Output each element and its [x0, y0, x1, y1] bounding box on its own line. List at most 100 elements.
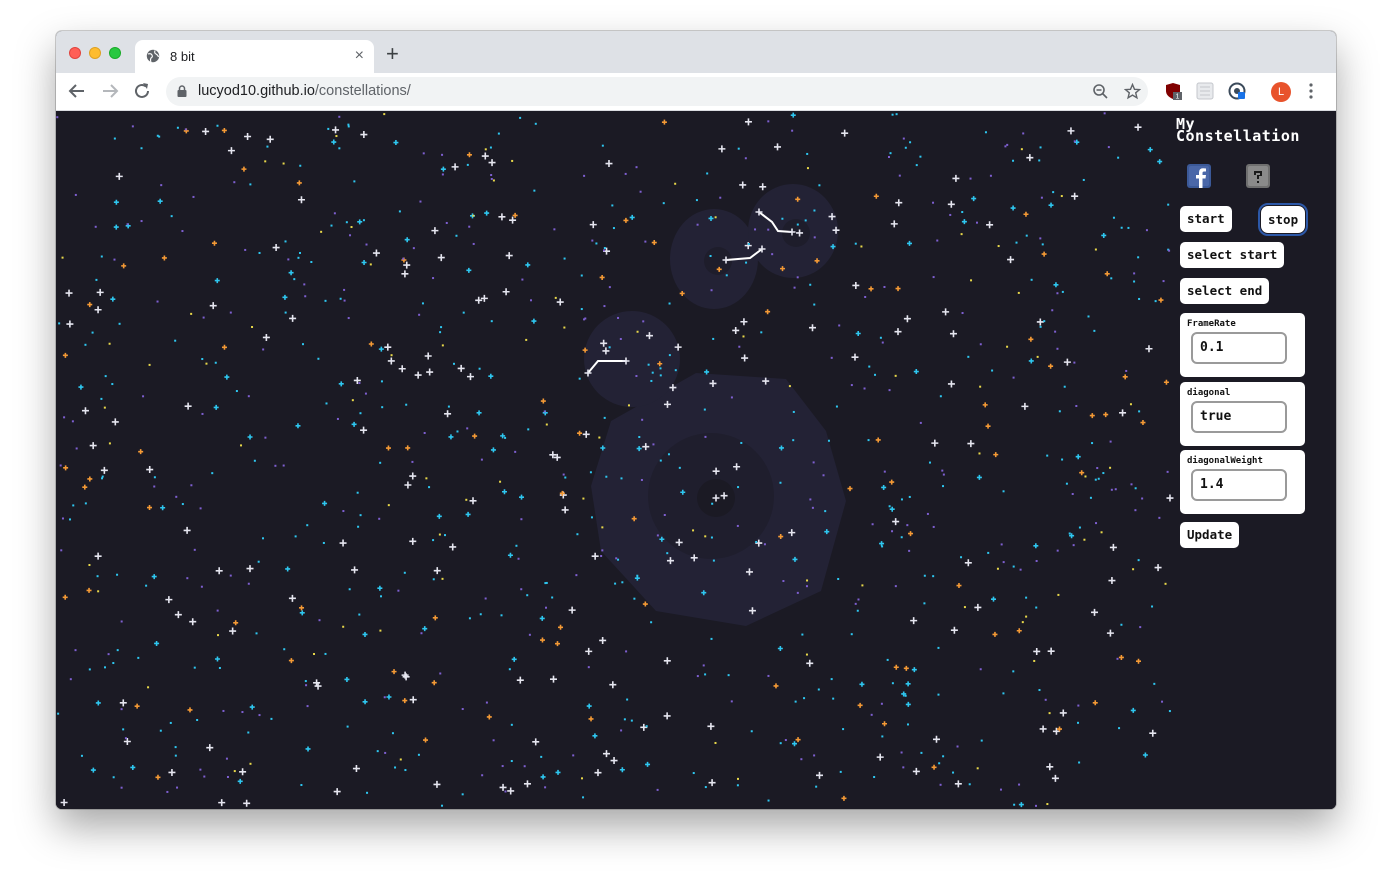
- browser-tab[interactable]: 8 bit ×: [135, 40, 374, 73]
- star-dot-purple: [635, 375, 638, 378]
- star-dot-cyan: [937, 693, 940, 696]
- star-dot-purple: [274, 464, 277, 467]
- star-dot-purple: [1116, 657, 1119, 660]
- star-dot-purple: [422, 152, 425, 155]
- window-close-button[interactable]: [69, 47, 81, 59]
- star-dot-cyan: [867, 439, 870, 442]
- star-dot-purple: [63, 416, 66, 419]
- browser-window: 8 bit × + lucyod10.github.io/constellati…: [56, 31, 1336, 809]
- star-dot-cyan: [620, 477, 623, 480]
- grid-extension-icon[interactable]: [1196, 82, 1214, 100]
- star-dot-cyan: [668, 354, 671, 357]
- star-dot-cyan: [942, 755, 945, 758]
- more-menu-icon[interactable]: [1309, 81, 1313, 101]
- star-dot-yellow: [240, 444, 243, 447]
- start-button[interactable]: start: [1180, 206, 1232, 232]
- star-dot-purple: [796, 591, 799, 594]
- star-dot-cyan: [84, 343, 87, 346]
- star-dot-cyan: [904, 694, 907, 697]
- star-dot-cyan: [868, 365, 871, 368]
- update-button[interactable]: Update: [1180, 522, 1240, 548]
- star-dot-cyan: [1012, 159, 1015, 162]
- star-dot-purple: [517, 557, 520, 560]
- star-dot-cyan: [968, 783, 971, 786]
- window-minimize-button[interactable]: [89, 47, 101, 59]
- star-dot-cyan: [1065, 482, 1068, 485]
- star-dot-cyan: [832, 697, 835, 700]
- zoom-out-icon[interactable]: [1092, 83, 1109, 100]
- constellation-canvas[interactable]: [56, 111, 1176, 809]
- star-dot-yellow: [1025, 615, 1028, 618]
- star-dot-cyan: [324, 299, 327, 302]
- facebook-icon[interactable]: [1187, 164, 1211, 188]
- star-dot-yellow: [205, 362, 208, 365]
- star-dot-purple: [264, 436, 267, 439]
- star-dot-cyan: [405, 403, 408, 406]
- star-dot-cyan: [174, 754, 177, 757]
- diagonal-weight-label: diagonalWeight: [1187, 456, 1263, 466]
- star-dot-cyan: [891, 682, 894, 685]
- star-dot-yellow: [1017, 291, 1020, 294]
- star-dot-purple: [989, 174, 992, 177]
- star-dot-purple: [484, 597, 487, 600]
- star-dot-purple: [466, 427, 469, 430]
- star-dot-yellow: [425, 477, 428, 480]
- diagonal-input[interactable]: true: [1191, 401, 1287, 433]
- star-dot-cyan: [736, 784, 739, 787]
- star-dot-cyan: [1041, 243, 1044, 246]
- star-dot-purple: [166, 790, 169, 793]
- star-dot-yellow: [581, 777, 584, 780]
- diagonal-weight-input[interactable]: 1.4: [1191, 469, 1287, 501]
- star-dot-yellow: [692, 529, 695, 532]
- star-dot-purple: [1012, 376, 1015, 379]
- back-arrow-icon[interactable]: [66, 80, 88, 102]
- star-dot-purple: [336, 417, 339, 420]
- star-dot-yellow: [601, 526, 604, 529]
- star-dot-cyan: [526, 594, 529, 597]
- star-dot-purple: [719, 196, 722, 199]
- help-icon[interactable]: [1246, 164, 1270, 188]
- star-dot-cyan: [813, 209, 816, 212]
- star-dot-cyan: [404, 769, 407, 772]
- ublock-extension-icon[interactable]: 1: [1164, 82, 1182, 100]
- star-dot-cyan: [617, 558, 620, 561]
- star-dot-purple: [932, 276, 935, 279]
- star-dot-purple: [222, 709, 225, 712]
- star-dot-cyan: [636, 574, 639, 577]
- password-extension-icon[interactable]: [1228, 82, 1246, 100]
- reload-icon[interactable]: [131, 80, 153, 102]
- star-dot-purple: [461, 708, 464, 711]
- star-dot-purple: [999, 788, 1002, 791]
- new-tab-button[interactable]: +: [386, 43, 399, 65]
- star-dot-yellow: [383, 113, 386, 116]
- forward-arrow-icon[interactable]: [99, 80, 121, 102]
- star-dot-purple: [857, 598, 860, 601]
- star-dot-purple: [830, 356, 833, 359]
- url-host: lucyod10.github.io: [198, 83, 315, 99]
- bookmark-star-icon[interactable]: [1124, 83, 1141, 100]
- star-dot-purple: [201, 412, 204, 415]
- star-dot-cyan: [95, 278, 98, 281]
- star-dot-cyan: [576, 533, 579, 536]
- window-maximize-button[interactable]: [109, 47, 121, 59]
- profile-avatar[interactable]: L: [1271, 82, 1291, 102]
- star-dot-purple: [1004, 145, 1007, 148]
- star-dot-yellow: [351, 399, 354, 402]
- framerate-input[interactable]: 0.1: [1191, 332, 1287, 364]
- stop-button[interactable]: stop: [1257, 203, 1309, 236]
- star-dot-cyan: [211, 472, 214, 475]
- star-dot-cyan: [57, 712, 60, 715]
- star-dot-yellow: [264, 160, 267, 163]
- star-dot-cyan: [1013, 803, 1016, 806]
- star-dot-cyan: [345, 221, 348, 224]
- star-dot-cyan: [710, 536, 713, 539]
- address-bar[interactable]: lucyod10.github.io/constellations/: [166, 77, 1148, 106]
- star-dot-yellow: [313, 653, 316, 656]
- select-start-button[interactable]: select start: [1180, 242, 1285, 268]
- star-dot-purple: [56, 116, 59, 119]
- select-end-button[interactable]: select end: [1180, 278, 1270, 304]
- star-dot-cyan: [638, 436, 641, 439]
- tab-close-icon[interactable]: ×: [355, 46, 364, 66]
- star-dot-cyan: [874, 373, 877, 376]
- star-dot-cyan: [563, 257, 566, 260]
